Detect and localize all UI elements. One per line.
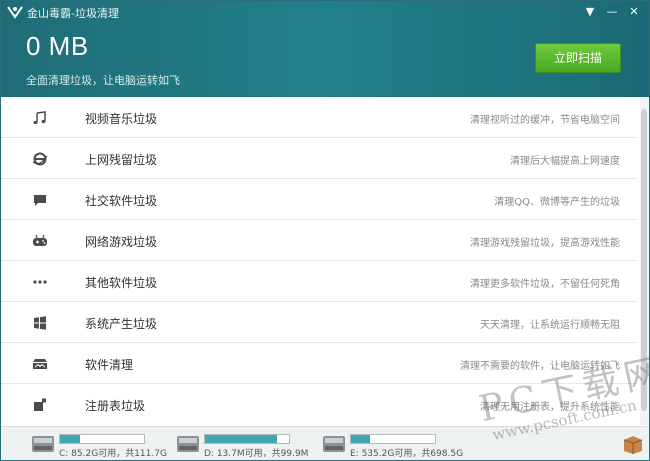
disk-status-bar: C: 85.2G可用，共111.7G D: 13.7M可用，共99.9M E: … [1, 426, 649, 460]
category-row-social[interactable]: 社交软件垃圾 清理QQ、微博等产生的垃圾 [1, 179, 637, 220]
disk-d[interactable]: D: 13.7M可用，共99.9M [176, 432, 316, 459]
toolbox-icon[interactable] [622, 433, 644, 455]
hard-drive-icon [323, 436, 345, 452]
category-title: 视频音乐垃圾 [85, 112, 158, 126]
chat-bubble-icon [34, 195, 46, 206]
title-bar[interactable]: 金山毒霸-垃圾清理 ▼ — ✕ [1, 1, 649, 23]
category-row-online-games[interactable]: 网络游戏垃圾 清理游戏残留垃圾，提高游戏性能 [1, 220, 637, 261]
category-row-video-music[interactable]: 视频音乐垃圾 清理视听过的缓冲，节省电脑空间 [1, 97, 637, 138]
disk-usage-bar [59, 434, 145, 444]
hard-drive-icon [32, 436, 54, 452]
disk-e[interactable]: E: 535.2G可用，共698.5G [322, 432, 464, 459]
scrollbar-thumb[interactable] [641, 109, 647, 411]
category-row-web-residue[interactable]: 上网残留垃圾 清理后大幅提高上网速度 [1, 138, 637, 179]
category-desc: 清理更多软件垃圾，不留任何死角 [470, 279, 620, 290]
disk-label: E: 535.2G可用，共698.5G [350, 449, 464, 459]
close-icon[interactable]: ✕ [623, 3, 645, 21]
disk-label: D: 13.7M可用，共99.9M [204, 449, 309, 459]
category-title: 其他软件垃圾 [85, 276, 158, 290]
windows-icon [34, 316, 46, 330]
disk-c[interactable]: C: 85.2G可用，共111.7G [31, 432, 171, 459]
disk-usage-bar [350, 434, 436, 444]
disk-usage-bar [204, 434, 290, 444]
category-row-software-cleanup[interactable]: 软件清理 清理不需要的软件，让电脑运转如飞 [1, 343, 637, 384]
category-desc: 清理游戏残留垃圾，提高游戏性能 [470, 238, 620, 249]
more-dots-icon [33, 280, 47, 284]
category-title: 系统产生垃圾 [85, 317, 158, 331]
header-subtitle: 全面清理垃圾，让电脑运转如飞 [26, 74, 180, 87]
browser-icon [32, 152, 48, 166]
category-row-other-software[interactable]: 其他软件垃圾 清理更多软件垃圾，不留任何死角 [1, 261, 637, 302]
scan-now-button[interactable]: 立即扫描 [535, 43, 621, 73]
window-title: 金山毒霸-垃圾清理 [27, 7, 119, 20]
cleaner-window: 金山毒霸-垃圾清理 ▼ — ✕ 0 MB 全面清理垃圾，让电脑运转如飞 立即扫描… [0, 0, 650, 461]
category-desc: 清理视听过的缓冲，节省电脑空间 [470, 115, 620, 126]
window-controls: ▼ — ✕ [579, 3, 645, 21]
category-title: 网络游戏垃圾 [85, 235, 158, 249]
junk-size-value: 0 MB [26, 31, 89, 61]
hard-drive-icon [177, 436, 199, 452]
category-row-system[interactable]: 系统产生垃圾 天天清理，让系统运行顺畅无阻 [1, 302, 637, 343]
category-title: 上网残留垃圾 [85, 153, 158, 167]
registry-icon [34, 398, 46, 411]
category-row-registry[interactable]: 注册表垃圾 清理无用注册表，提升系统性能 [1, 384, 637, 425]
minimize-icon[interactable]: — [601, 3, 623, 21]
disk-label: C: 85.2G可用，共111.7G [59, 449, 167, 459]
category-desc: 清理无用注册表，提升系统性能 [480, 402, 620, 413]
category-desc: 天天清理，让系统运行顺畅无阻 [480, 320, 620, 331]
category-title: 软件清理 [85, 358, 134, 372]
software-icon [33, 359, 47, 369]
menu-dropdown-icon[interactable]: ▼ [579, 3, 601, 21]
category-desc: 清理不需要的软件，让电脑运转如飞 [460, 361, 620, 372]
junk-category-list: 视频音乐垃圾 清理视听过的缓冲，节省电脑空间 上网残留垃圾 清理后大幅提高上网速… [1, 97, 637, 425]
duba-logo-icon [7, 6, 23, 19]
category-desc: 清理后大幅提高上网速度 [510, 156, 620, 167]
gamepad-icon [33, 234, 47, 246]
music-note-icon [33, 111, 46, 125]
category-title: 注册表垃圾 [85, 399, 146, 413]
category-desc: 清理QQ、微博等产生的垃圾 [494, 197, 620, 208]
category-title: 社交软件垃圾 [85, 194, 158, 208]
list-scrollbar[interactable] [640, 97, 649, 425]
header-banner: 金山毒霸-垃圾清理 ▼ — ✕ 0 MB 全面清理垃圾，让电脑运转如飞 立即扫描 [1, 1, 649, 97]
